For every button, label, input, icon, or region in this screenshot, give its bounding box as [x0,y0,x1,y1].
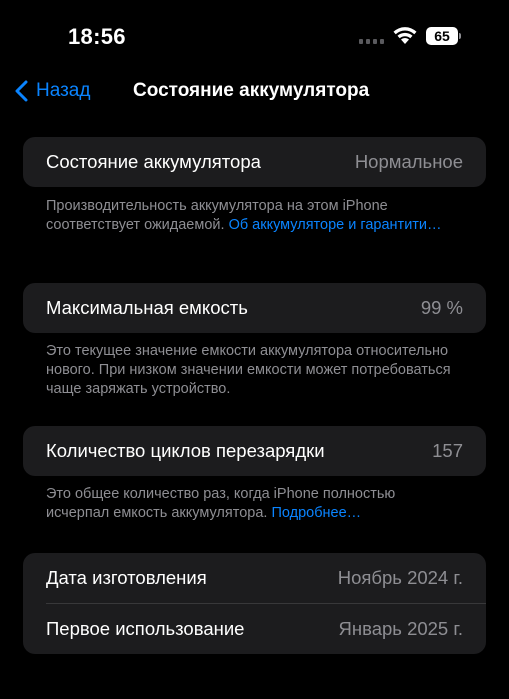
max-capacity-label: Максимальная емкость [46,297,248,318]
battery-icon: 65 [426,27,462,45]
battery-health-footnote: Производительность аккумулятора на этом … [46,197,456,235]
status-time: 18:56 [68,24,126,49]
navigation-bar: Назад Состояние аккумулятора [0,70,509,114]
dates-card: Дата изготовления Ноябрь 2024 г. Первое … [23,553,486,654]
battery-warranty-link[interactable]: Об аккумуляторе и гаранти­ти… [229,217,442,233]
manufacture-date-value: Ноябрь 2024 г. [337,567,463,588]
chevron-left-icon [15,80,28,102]
cycle-count-label: Количество циклов перезарядки [46,440,325,461]
back-button[interactable]: Назад [14,80,90,102]
first-use-label: Первое использование [46,618,245,639]
first-use-value: Январь 2025 г. [338,618,463,639]
max-capacity-footnote: Это текущее значение емкости аккумулятор… [46,343,451,397]
cycle-count-footnote: Это общее количество раз, когда iPhone п… [46,485,456,523]
status-bar: 18:56 65 [0,0,509,70]
battery-health-label: Состояние аккумулятора [46,151,261,172]
max-capacity-row: Максимальная емкость 99 % [23,283,486,333]
first-use-row: Первое использование Январь 2025 г. [23,604,486,654]
page-title: Состояние аккумулятора [133,80,370,101]
manufacture-date-row: Дата изготовления Ноябрь 2024 г. [23,553,486,603]
battery-health-value: Нормальное [354,151,463,172]
learn-more-link[interactable]: Подробнее… [271,505,361,521]
max-capacity-card: Максимальная емкость 99 % [23,283,486,333]
wifi-icon [393,27,417,44]
max-capacity-value: 99 % [420,297,463,318]
battery-health-card: Состояние аккумулятора Нормальное [23,137,486,187]
battery-level: 65 [426,27,458,45]
battery-health-row[interactable]: Состояние аккумулятора Нормальное [23,137,486,187]
cellular-signal-icon [359,39,384,44]
cycle-count-value: 157 [432,440,463,461]
cycle-count-row: Количество циклов перезарядки 157 [23,426,486,476]
manufacture-date-label: Дата изготовления [46,567,207,588]
back-label: Назад [36,80,91,101]
cycle-count-card: Количество циклов перезарядки 157 [23,426,486,476]
